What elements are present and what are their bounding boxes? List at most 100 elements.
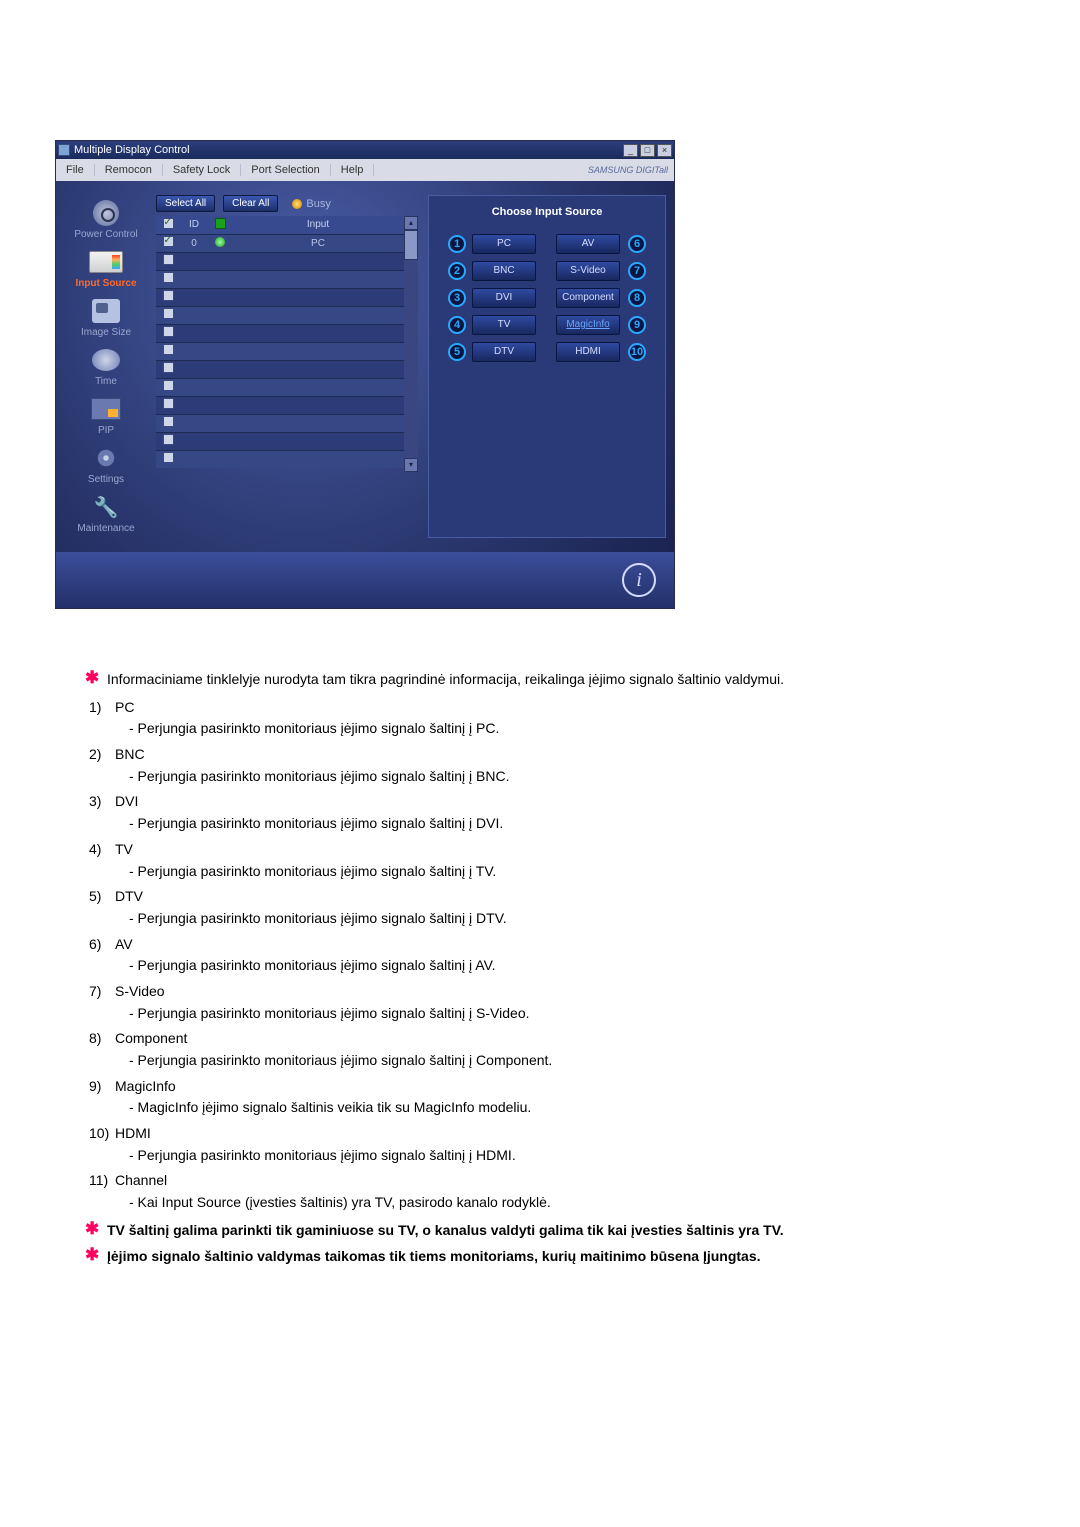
menu-help[interactable]: Help (331, 164, 375, 176)
window-title: Multiple Display Control (74, 144, 190, 156)
row-checkbox[interactable] (163, 290, 174, 301)
row-checkbox[interactable] (163, 272, 174, 283)
row-checkbox[interactable] (163, 452, 174, 463)
table-row[interactable] (156, 342, 404, 360)
input-source-panel: Choose Input Source 1PC2BNC3DVI4TV5DTV A… (428, 195, 666, 538)
note-title: HDMI (115, 1123, 995, 1145)
table-row[interactable] (156, 306, 404, 324)
app-window: Multiple Display Control _ □ × File Remo… (55, 140, 675, 609)
footer-note-1: TV šaltinį galima parinkti tik gaminiuos… (107, 1220, 784, 1242)
note-item: 3)DVI- Perjungia pasirinkto monitoriaus … (89, 789, 995, 836)
menu-safety-lock[interactable]: Safety Lock (163, 164, 241, 176)
cell-id (180, 324, 208, 342)
time-icon (92, 349, 120, 371)
note-desc: - Perjungia pasirinkto monitoriaus įėjim… (115, 1145, 995, 1167)
row-checkbox[interactable] (163, 326, 174, 337)
table-row[interactable] (156, 324, 404, 342)
note-item: 11)Channel- Kai Input Source (įvesties š… (89, 1168, 995, 1215)
note-desc: - Perjungia pasirinkto monitoriaus įėjim… (115, 1050, 995, 1072)
source-button-magicinfo[interactable]: MagicInfo (556, 315, 620, 335)
source-button-dtv[interactable]: DTV (472, 342, 536, 362)
callout-badge: 3 (448, 289, 466, 307)
row-checkbox[interactable] (163, 434, 174, 445)
close-button[interactable]: × (657, 144, 672, 157)
note-number: 11) (89, 1170, 115, 1213)
row-checkbox[interactable] (163, 362, 174, 373)
table-row[interactable] (156, 396, 404, 414)
pip-icon (91, 398, 121, 420)
cell-id: 0 (180, 234, 208, 252)
sidebar-item-label: Maintenance (77, 523, 134, 534)
cell-input (232, 288, 404, 306)
sidebar-item-settings[interactable]: Settings (61, 442, 151, 489)
intro-text: Informaciniame tinklelyje nurodyta tam t… (107, 669, 784, 691)
sidebar-item-image-size[interactable]: Image Size (61, 295, 151, 342)
row-checkbox[interactable] (163, 254, 174, 265)
cell-id (180, 252, 208, 270)
sidebar-item-time[interactable]: Time (61, 344, 151, 391)
cell-id (180, 378, 208, 396)
source-button-pc[interactable]: PC (472, 234, 536, 254)
cell-id (180, 414, 208, 432)
sidebar-item-power-control[interactable]: Power Control (61, 197, 151, 244)
clear-all-button[interactable]: Clear All (223, 195, 278, 212)
table-row[interactable] (156, 378, 404, 396)
select-all-button[interactable]: Select All (156, 195, 215, 212)
source-button-bnc[interactable]: BNC (472, 261, 536, 281)
sidebar-item-maintenance[interactable]: 🔧 Maintenance (61, 491, 151, 538)
source-button-s-video[interactable]: S-Video (556, 261, 620, 281)
table-scrollbar[interactable]: ▴ ▾ (404, 216, 418, 472)
table-row[interactable] (156, 432, 404, 450)
cell-input (232, 396, 404, 414)
menu-remocon[interactable]: Remocon (95, 164, 163, 176)
info-icon[interactable]: i (622, 563, 656, 597)
sidebar-item-label: Time (95, 376, 117, 387)
row-checkbox[interactable] (163, 308, 174, 319)
note-title: DVI (115, 791, 995, 813)
cell-input (232, 450, 404, 468)
row-checkbox[interactable] (163, 380, 174, 391)
callout-badge: 8 (628, 289, 646, 307)
table-row[interactable] (156, 252, 404, 270)
cell-input: PC (232, 234, 404, 252)
sidebar-item-pip[interactable]: PIP (61, 393, 151, 440)
note-desc: - Perjungia pasirinkto monitoriaus įėjim… (115, 718, 995, 740)
source-button-hdmi[interactable]: HDMI (556, 342, 620, 362)
table-row[interactable] (156, 414, 404, 432)
table-row[interactable] (156, 360, 404, 378)
cell-id (180, 450, 208, 468)
note-desc: - Perjungia pasirinkto monitoriaus įėjim… (115, 1003, 995, 1025)
table-row[interactable] (156, 270, 404, 288)
source-button-tv[interactable]: TV (472, 315, 536, 335)
sidebar-item-label: Power Control (74, 229, 137, 240)
table-row[interactable] (156, 288, 404, 306)
cell-id (180, 270, 208, 288)
sidebar-item-input-source[interactable]: Input Source (61, 246, 151, 293)
cell-id (180, 342, 208, 360)
note-title: Component (115, 1028, 995, 1050)
row-checkbox[interactable] (163, 416, 174, 427)
source-button-av[interactable]: AV (556, 234, 620, 254)
source-button-component[interactable]: Component (556, 288, 620, 308)
note-number: 10) (89, 1123, 115, 1166)
source-button-dvi[interactable]: DVI (472, 288, 536, 308)
sidebar-item-label: Settings (88, 474, 124, 485)
settings-icon (91, 447, 121, 469)
cell-input (232, 252, 404, 270)
note-title: BNC (115, 744, 995, 766)
table-row[interactable] (156, 450, 404, 468)
menu-port-selection[interactable]: Port Selection (241, 164, 330, 176)
row-checkbox[interactable] (163, 398, 174, 409)
maintenance-icon: 🔧 (91, 496, 121, 518)
minimize-button[interactable]: _ (623, 144, 638, 157)
menu-file[interactable]: File (56, 164, 95, 176)
scroll-thumb[interactable] (404, 230, 418, 260)
header-checkbox[interactable] (163, 218, 174, 229)
maximize-button[interactable]: □ (640, 144, 655, 157)
note-number: 1) (89, 697, 115, 740)
scroll-down-button[interactable]: ▾ (404, 458, 418, 472)
scroll-up-button[interactable]: ▴ (404, 216, 418, 230)
table-row[interactable]: 0 PC (156, 234, 404, 252)
row-checkbox[interactable] (163, 344, 174, 355)
row-checkbox[interactable] (163, 236, 174, 247)
